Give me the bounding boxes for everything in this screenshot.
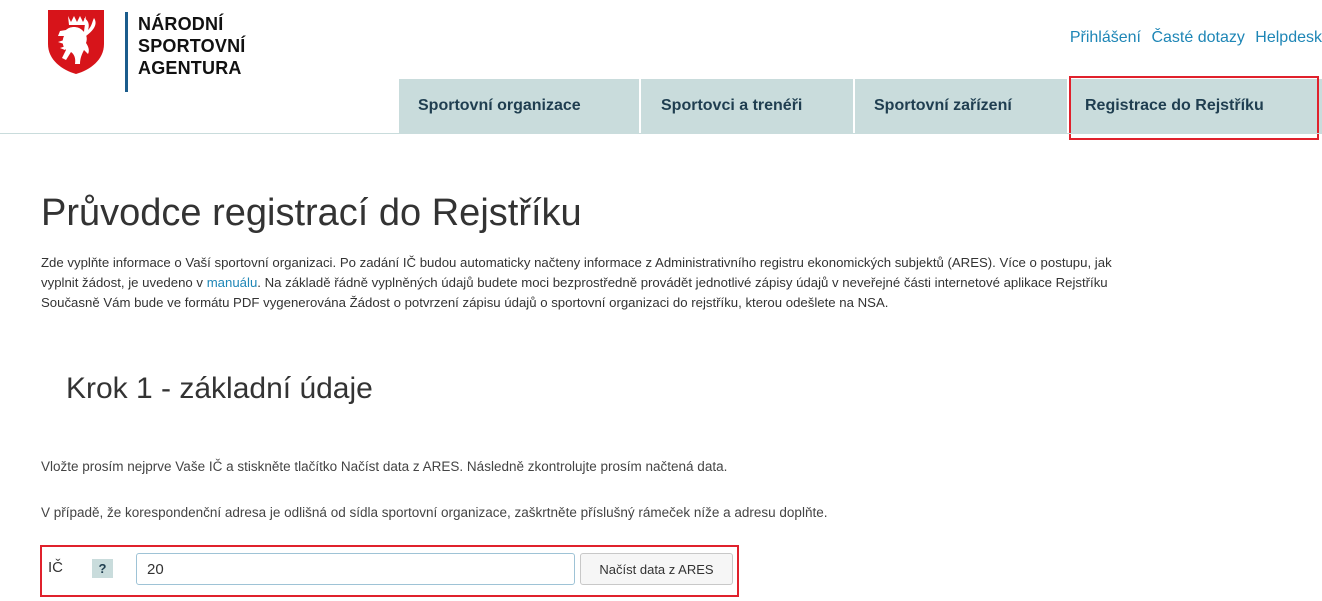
nav-item-sportovni-zarizeni[interactable]: Sportovní zařízení: [874, 79, 1012, 133]
page-title: Průvodce registrací do Rejstříku: [41, 192, 582, 234]
manual-link[interactable]: manuálu: [207, 275, 258, 290]
intro-line-2-pre: vyplnit žádost, je uvedeno v: [41, 275, 207, 290]
nav-separator: [639, 79, 641, 133]
intro-line-2: vyplnit žádost, je uvedeno v manuálu. Na…: [41, 273, 1322, 293]
ic-help-button[interactable]: ?: [92, 559, 113, 578]
brand-name-line1: NÁRODNÍ: [138, 14, 224, 34]
load-ares-data-button[interactable]: Načíst data z ARES: [580, 553, 733, 585]
brand-divider: [125, 12, 128, 92]
instruction-text-1: Vložte prosím nejprve Vaše IČ a stisknět…: [41, 459, 728, 474]
ic-input[interactable]: [136, 553, 575, 585]
nav-item-sportovci-a-treneri[interactable]: Sportovci a trenéři: [661, 79, 802, 133]
instruction-text-2: V případě, že korespondenční adresa je o…: [41, 505, 828, 520]
faq-link[interactable]: Časté dotazy: [1151, 29, 1244, 46]
intro-line-1: Zde vyplňte informace o Vaší sportovní o…: [41, 255, 1112, 270]
nav-separator: [853, 79, 855, 133]
nav-item-highlight-box: [1069, 76, 1319, 140]
brand-name-line2: SPORTOVNÍ: [138, 36, 246, 56]
ic-label: IČ: [48, 559, 63, 576]
nav-item-sportovni-organizace[interactable]: Sportovní organizace: [418, 79, 581, 133]
brand-name-line3: AGENTURA: [138, 58, 242, 78]
top-links: Přihlášení Časté dotazy Helpdesk: [1064, 29, 1322, 47]
site-header: NÁRODNÍ SPORTOVNÍ AGENTURA Přihlášení Ča…: [0, 0, 1322, 140]
login-link[interactable]: Přihlášení: [1070, 29, 1141, 46]
intro-line-3: Současně Vám bude ve formátu PDF vygener…: [41, 295, 889, 310]
intro-line-2-post: . Na základě řádně vyplněných údajů bude…: [257, 275, 1108, 290]
header-divider: [0, 133, 1322, 134]
helpdesk-link[interactable]: Helpdesk: [1255, 29, 1322, 46]
step-title: Krok 1 - základní údaje: [66, 372, 373, 405]
intro-text: Zde vyplňte informace o Vaší sportovní o…: [41, 253, 1322, 313]
czech-lion-coat-of-arms-icon[interactable]: [44, 6, 108, 76]
